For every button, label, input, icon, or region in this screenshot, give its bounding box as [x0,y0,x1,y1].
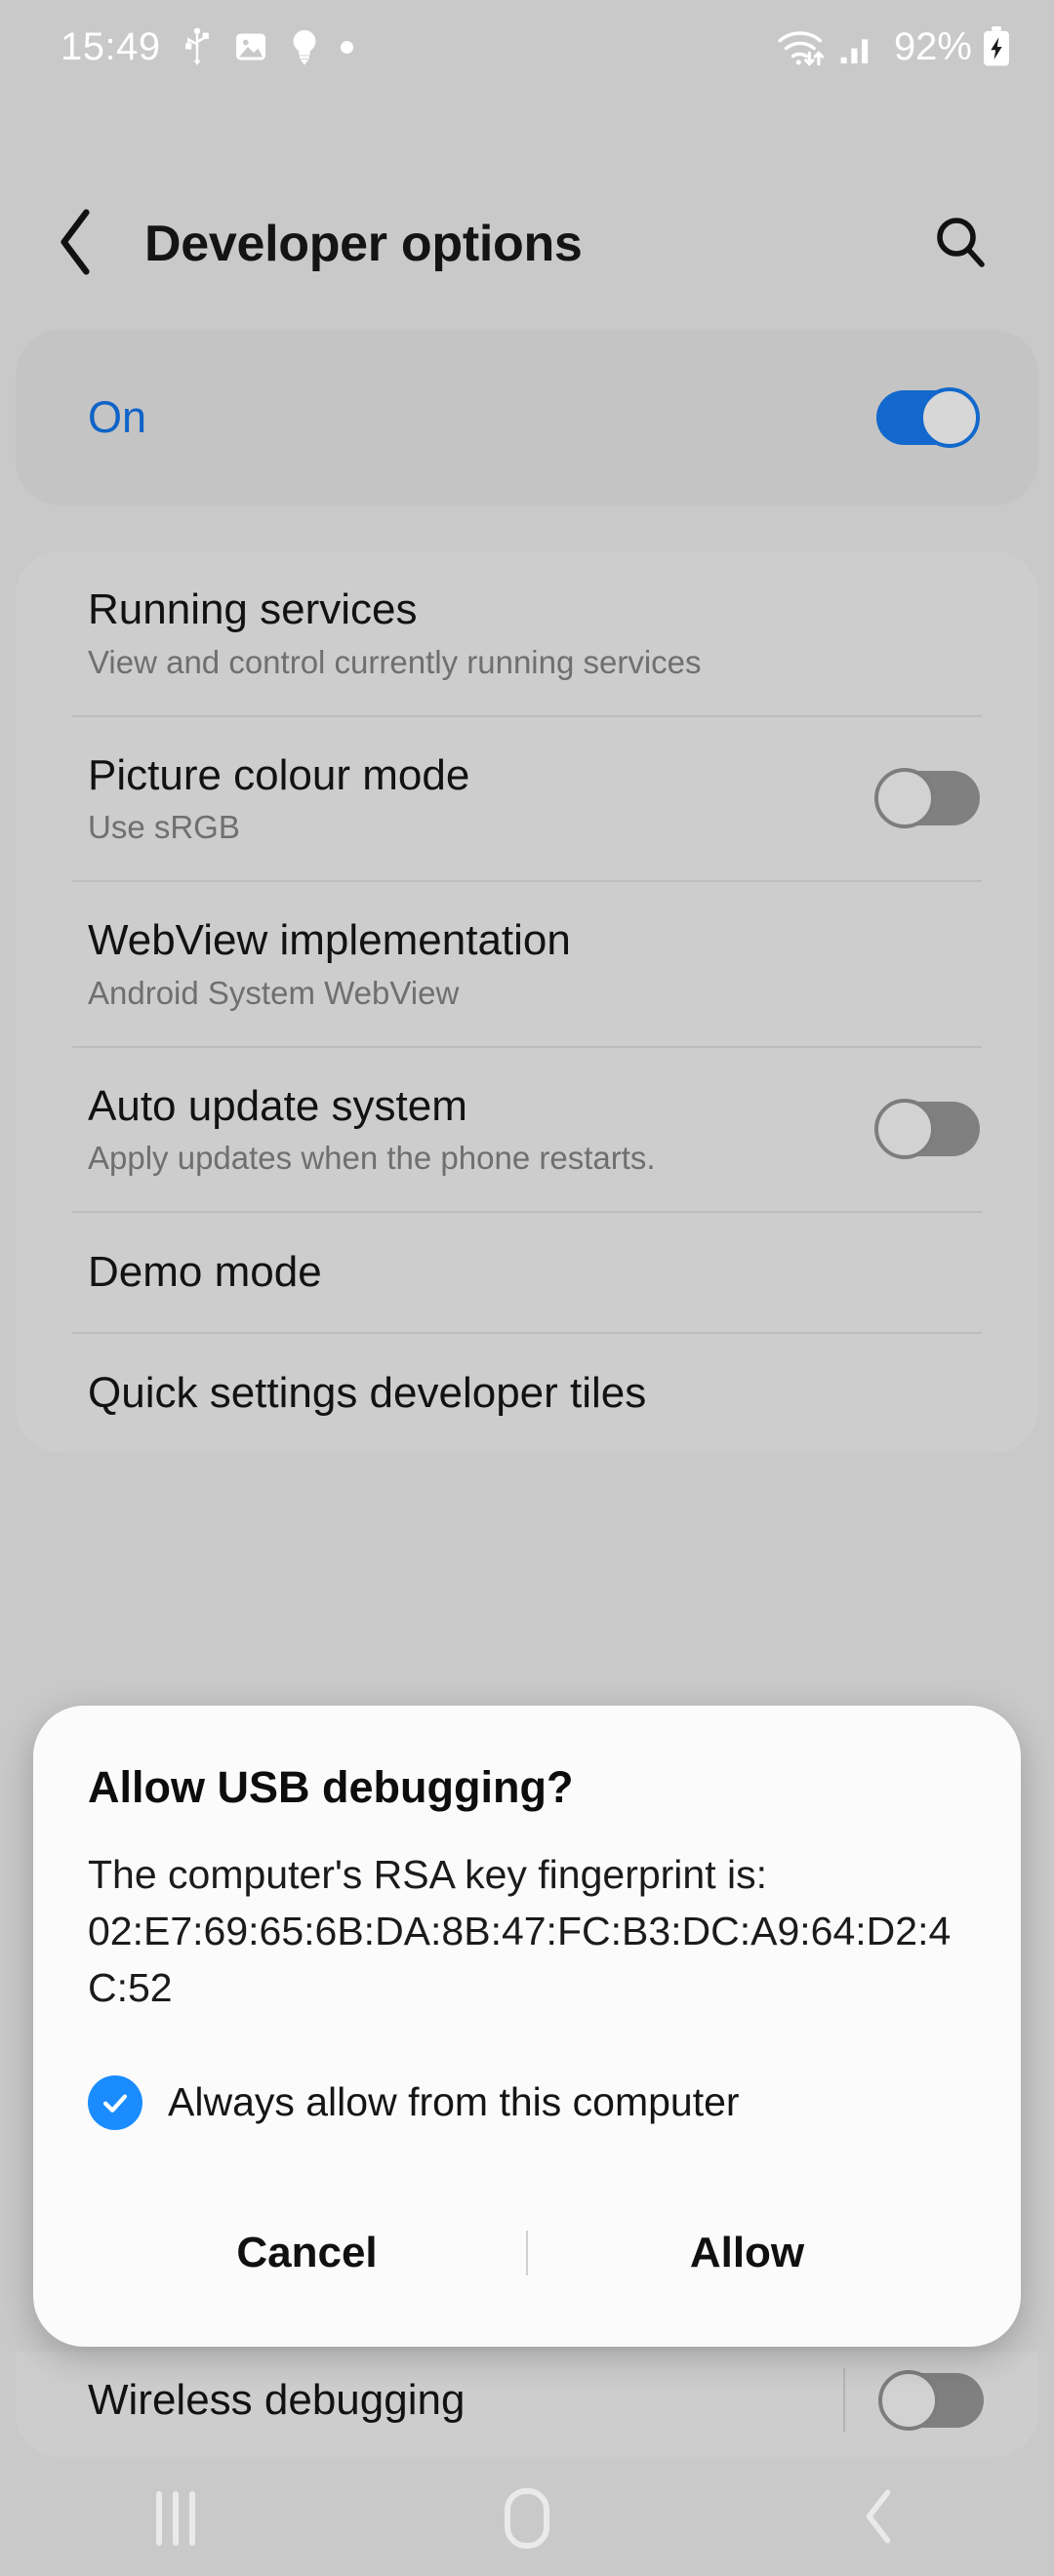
nav-back-button[interactable] [800,2465,956,2572]
wireless-debugging-toggle[interactable] [878,2370,984,2431]
master-switch-label: On [88,392,147,442]
battery-percent-label: 92% [893,24,972,68]
row-title: Picture colour mode [88,750,470,799]
picture-colour-mode-toggle[interactable] [874,768,980,829]
row-subtitle: Apply updates when the phone restarts. [88,1140,656,1177]
search-button[interactable] [913,197,1007,291]
search-icon [933,215,988,274]
dialog-actions: Cancel Allow [88,2185,966,2321]
setting-row-demo-mode[interactable]: Demo mode [16,1213,1038,1332]
always-allow-label: Always allow from this computer [168,2079,740,2125]
row-title: Wireless debugging [88,2376,466,2425]
row-subtitle: Android System WebView [88,974,460,1011]
image-icon [233,29,268,64]
setting-row-webview-implementation[interactable]: WebView implementation Android System We… [16,882,1038,1046]
app-bar: Developer options [0,181,1054,307]
row-subtitle: Use sRGB [88,809,240,846]
status-bar-clock: 15:49 [61,24,161,68]
wifi-transfer-icon [777,26,830,67]
setting-row-wireless-debugging[interactable]: Wireless debugging [16,2352,1038,2457]
cancel-button[interactable]: Cancel [88,2229,526,2277]
dialog-message-line: The computer's RSA key fingerprint is: [88,1852,767,1897]
toggle-thumb [874,768,935,829]
master-switch-toggle[interactable] [874,387,980,448]
row-title: Running services [88,585,418,633]
row-text: Demo mode [88,1247,322,1298]
dialog-fingerprint: 02:E7:69:65:6B:DA:8B:47:FC:B3:DC:A9:64:D… [88,1909,952,2011]
back-chevron-icon [53,207,98,282]
phone-screen: 15:49 92% Developer options On Running s… [0,0,1054,2576]
usb-icon [182,26,212,67]
row-trailing [843,2368,984,2433]
row-title: WebView implementation [88,916,571,964]
setting-row-quick-settings-developer-tiles[interactable]: Quick settings developer tiles [16,1334,1038,1453]
settings-list-card: Running services View and control curren… [16,551,1038,1453]
row-title: Demo mode [88,1248,322,1297]
row-vertical-divider [843,2368,845,2433]
page-title: Developer options [144,216,583,272]
row-text: Running services View and control curren… [88,584,702,682]
row-text: WebView implementation Android System We… [88,915,571,1013]
dialog-title: Allow USB debugging? [88,1762,574,1812]
always-allow-checkbox-row[interactable]: Always allow from this computer [88,2074,966,2130]
bulb-icon [290,27,319,66]
setting-row-picture-colour-mode[interactable]: Picture colour mode Use sRGB [16,717,1038,881]
dot-icon [340,40,353,54]
developer-options-master-switch-card[interactable]: On [16,330,1038,505]
row-text: Quick settings developer tiles [88,1368,646,1419]
recents-button[interactable] [98,2465,254,2572]
checkbox-checked-icon[interactable] [88,2074,142,2130]
row-subtitle: View and control currently running servi… [88,643,702,680]
row-title: Auto update system [88,1081,467,1130]
auto-update-system-toggle[interactable] [874,1099,980,1160]
back-button[interactable] [21,190,129,298]
battery-charging-icon [982,26,1011,67]
toggle-thumb [919,387,980,448]
status-bar-left: 15:49 [61,25,353,69]
status-bar-right: 92% [777,25,1011,69]
home-button[interactable] [449,2465,605,2572]
toggle-thumb [874,1099,935,1160]
row-title: Quick settings developer tiles [88,1369,647,1418]
row-text: Auto update system Apply updates when th… [88,1081,656,1179]
signal-bars-icon [839,27,878,66]
row-text: Picture colour mode Use sRGB [88,750,469,848]
recents-icon [156,2491,195,2546]
home-icon [505,2488,549,2549]
allow-button[interactable]: Allow [528,2229,966,2277]
usb-debugging-dialog: Allow USB debugging? The computer's RSA … [33,1706,1021,2347]
status-bar: 15:49 92% [0,0,1054,94]
toggle-thumb [878,2370,939,2431]
setting-row-auto-update-system[interactable]: Auto update system Apply updates when th… [16,1048,1038,1212]
nav-back-icon [862,2488,895,2550]
setting-row-running-services[interactable]: Running services View and control curren… [16,551,1038,715]
navigation-bar [0,2461,1054,2576]
